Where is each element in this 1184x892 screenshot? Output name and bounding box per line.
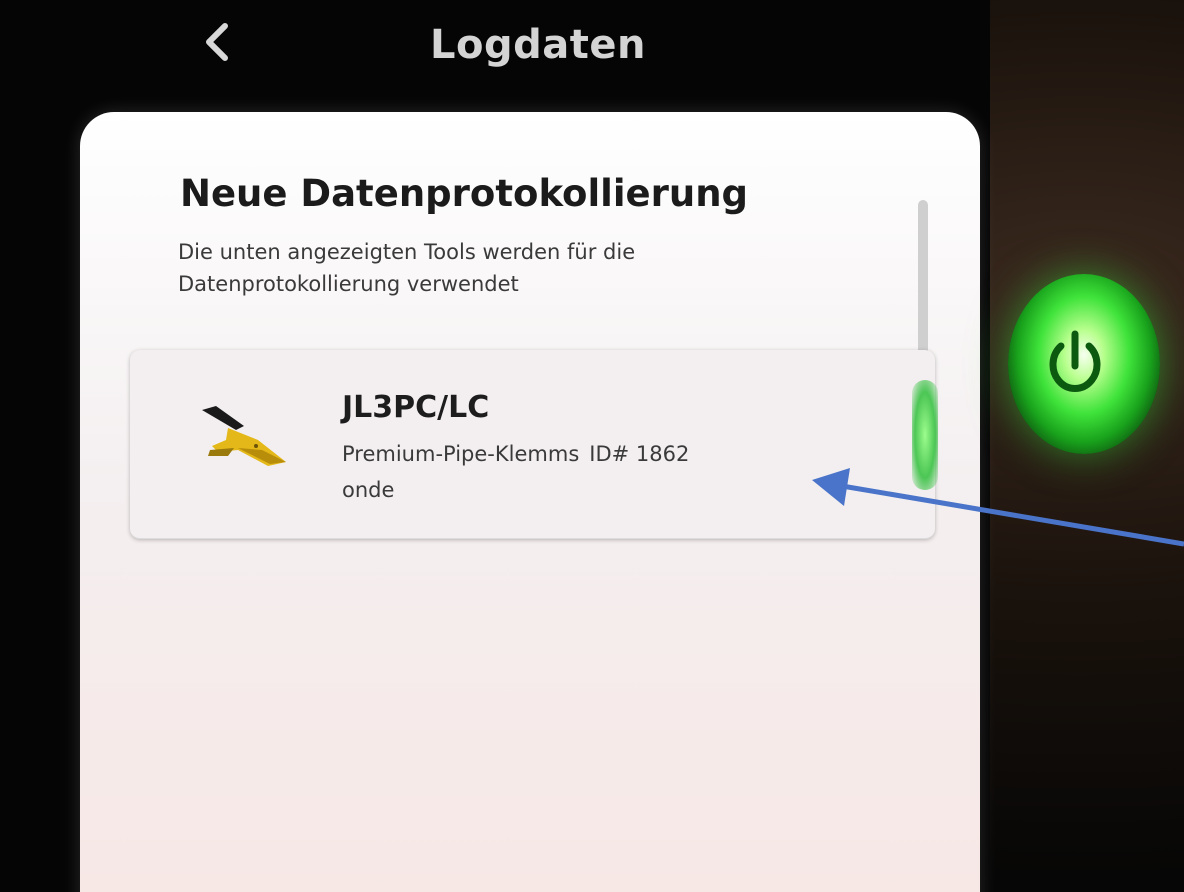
- scroll-edge: [918, 200, 928, 370]
- back-button[interactable]: [196, 20, 236, 70]
- tool-type-cont: onde: [342, 478, 395, 502]
- tool-description: Premium-Pipe-Klemms ID# 1862 onde: [342, 436, 782, 508]
- page-title: Logdaten: [430, 22, 646, 68]
- top-bar: Logdaten: [0, 0, 990, 100]
- chevron-left-icon: [206, 23, 228, 61]
- section-heading: Neue Datenprotokollierung: [180, 172, 749, 215]
- tool-name: JL3PC/LC: [342, 390, 490, 425]
- clamp-icon: [202, 406, 286, 466]
- tool-id: ID# 1862: [589, 442, 690, 466]
- device-photo: Logdaten Neue Datenprotokollierung Die u…: [0, 0, 1184, 892]
- section-description: Die unten angezeigten Tools werden für d…: [178, 240, 636, 296]
- phone-screen: Logdaten Neue Datenprotokollierung Die u…: [0, 0, 990, 892]
- tool-type: Premium-Pipe-Klemms: [342, 442, 580, 466]
- annotation-arrow: [812, 468, 1184, 547]
- power-icon: [1049, 330, 1101, 392]
